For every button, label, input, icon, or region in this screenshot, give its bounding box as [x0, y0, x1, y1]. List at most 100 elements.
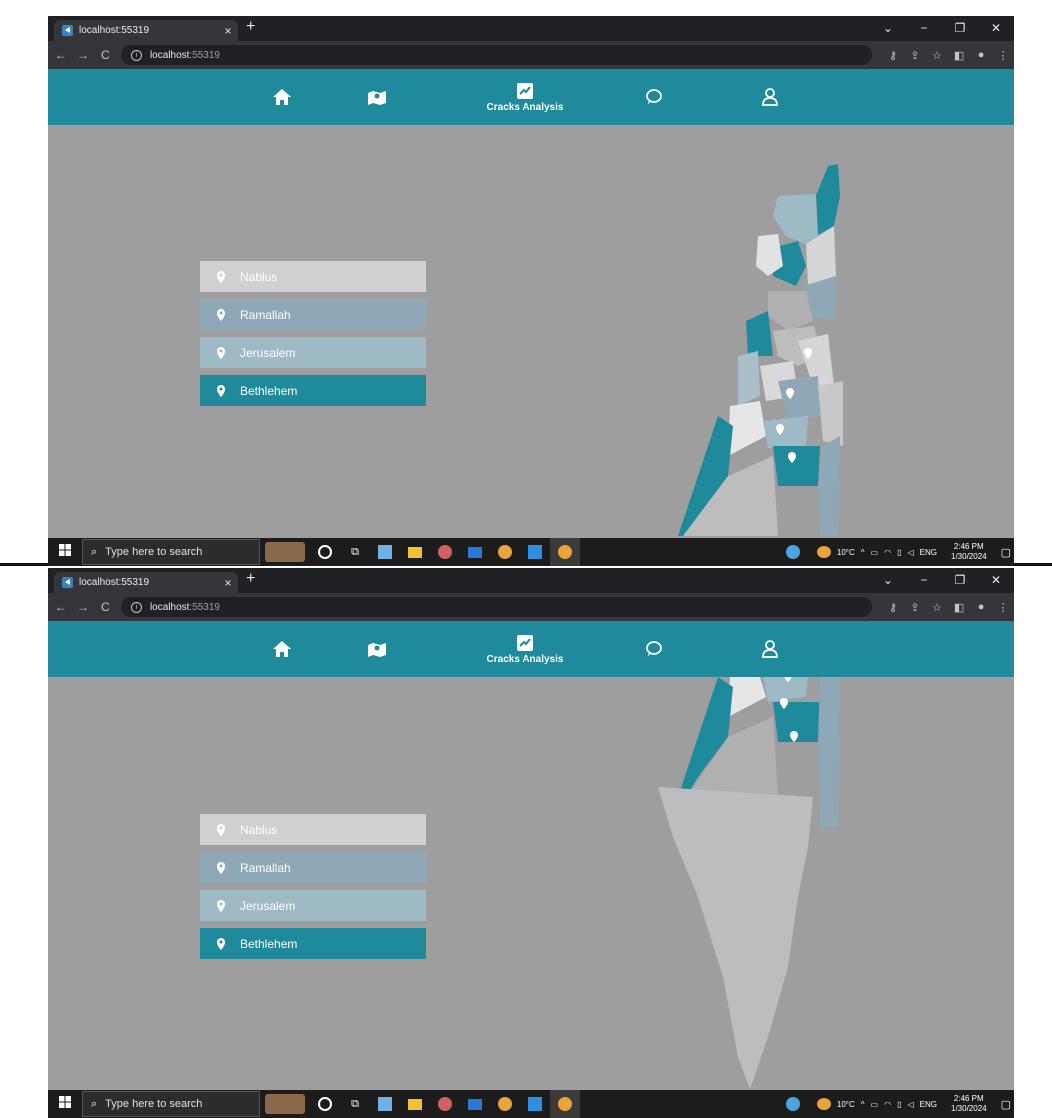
menu-dots-icon[interactable]: ⋮ — [992, 601, 1014, 614]
nav-chat[interactable] — [642, 69, 666, 125]
side-panel-icon[interactable]: ◧ — [948, 601, 970, 614]
bookmark-star-icon[interactable]: ☆ — [926, 601, 948, 614]
notification-icon[interactable]: ▢ — [1001, 546, 1011, 559]
mail-icon[interactable] — [460, 538, 490, 566]
nav-profile[interactable] — [758, 621, 782, 677]
nav-cracks-analysis[interactable]: Cracks Analysis — [480, 69, 570, 125]
language-indicator[interactable]: ENG — [920, 1100, 937, 1109]
task-view-icon[interactable]: ⧉ — [340, 538, 370, 566]
minimize-button[interactable]: − — [906, 16, 942, 41]
notification-icon[interactable]: ▢ — [1001, 1098, 1011, 1111]
new-tab-button[interactable]: + — [246, 18, 255, 36]
profile-icon[interactable]: ● — [970, 601, 992, 614]
tab-close-button[interactable]: × — [218, 24, 238, 38]
restore-button[interactable]: ❐ — [942, 16, 978, 41]
reload-icon[interactable]: C — [96, 48, 115, 62]
device-icon[interactable]: ▯ — [897, 1100, 901, 1109]
minimize-button[interactable]: − — [906, 568, 942, 593]
help-icon[interactable] — [785, 545, 800, 559]
app-icon-1[interactable] — [370, 538, 400, 566]
tray-chevron-icon[interactable]: ^ — [861, 548, 865, 557]
address-bar[interactable]: i localhost:55319 — [120, 45, 873, 65]
chrome-icon[interactable] — [490, 1090, 520, 1118]
vscode-icon[interactable] — [520, 1090, 550, 1118]
menu-dots-icon[interactable]: ⋮ — [992, 49, 1014, 62]
weather-temp[interactable]: 10°C — [837, 548, 855, 557]
nav-home[interactable] — [270, 69, 294, 125]
profile-icon[interactable]: ● — [970, 49, 992, 62]
browser-tab[interactable]: localhost:55319 × — [54, 572, 238, 593]
back-arrow-icon[interactable]: ← — [51, 600, 70, 614]
region-item-jerusalem[interactable]: Jerusalem — [200, 890, 426, 921]
forward-arrow-icon[interactable]: → — [73, 600, 92, 614]
close-window-button[interactable]: ✕ — [978, 568, 1014, 593]
region-item-nablus[interactable]: Nablus — [200, 814, 426, 845]
wifi-icon[interactable]: ◠ — [884, 548, 891, 557]
battery-icon[interactable]: ▭ — [871, 548, 879, 557]
app-icon-1[interactable] — [370, 1090, 400, 1118]
site-info-icon[interactable]: i — [130, 49, 142, 61]
forward-arrow-icon[interactable]: → — [73, 48, 92, 62]
volume-icon[interactable]: ◁ — [908, 548, 914, 557]
bookmark-star-icon[interactable]: ☆ — [926, 49, 948, 62]
mail-icon[interactable] — [460, 1090, 490, 1118]
password-key-icon[interactable]: ⚷ — [882, 49, 904, 62]
palestine-region-map[interactable] — [638, 677, 858, 1090]
taskbar-clock[interactable]: 2:46 PM 1/30/2024 — [948, 542, 990, 562]
nav-map[interactable] — [364, 621, 390, 677]
widget-thumbnail-icon[interactable] — [260, 1090, 310, 1118]
wifi-icon[interactable]: ◠ — [884, 1100, 891, 1109]
region-item-jerusalem[interactable]: Jerusalem — [200, 337, 426, 368]
region-item-bethlehem[interactable]: Bethlehem — [200, 375, 426, 406]
task-view-icon[interactable]: ⧉ — [340, 1090, 370, 1118]
password-key-icon[interactable]: ⚷ — [882, 601, 904, 614]
app-icon-2[interactable] — [430, 1090, 460, 1118]
chrome-active-icon[interactable] — [550, 538, 580, 566]
vscode-icon[interactable] — [520, 538, 550, 566]
windows-start-icon[interactable] — [48, 543, 82, 561]
reload-icon[interactable]: C — [96, 600, 115, 614]
nav-chat[interactable] — [642, 621, 666, 677]
volume-icon[interactable]: ◁ — [908, 1100, 914, 1109]
taskbar-clock[interactable]: 2:46 PM 1/30/2024 — [948, 1094, 990, 1114]
tab-search-button[interactable]: ⌄ — [870, 16, 906, 41]
region-item-bethlehem[interactable]: Bethlehem — [200, 928, 426, 959]
chrome-active-icon[interactable] — [550, 1090, 580, 1118]
site-info-icon[interactable]: i — [130, 601, 142, 613]
widget-thumbnail-icon[interactable] — [260, 538, 310, 566]
chrome-icon[interactable] — [490, 538, 520, 566]
nav-home[interactable] — [270, 621, 294, 677]
region-item-nablus[interactable]: Nablus — [200, 261, 426, 292]
help-icon[interactable] — [785, 1097, 800, 1111]
tray-chevron-icon[interactable]: ^ — [861, 1100, 865, 1109]
palestine-region-map[interactable] — [638, 156, 858, 536]
weather-temp[interactable]: 10°C — [837, 1100, 855, 1109]
battery-icon[interactable]: ▭ — [871, 1100, 879, 1109]
taskbar-search-box[interactable]: ⌕ Type here to search — [82, 1091, 260, 1117]
cortana-icon[interactable] — [310, 538, 340, 566]
share-icon[interactable]: ⇪ — [904, 49, 926, 62]
close-window-button[interactable]: ✕ — [978, 16, 1014, 41]
region-item-ramallah[interactable]: Ramallah — [200, 852, 426, 883]
windows-start-icon[interactable] — [48, 1095, 82, 1113]
share-icon[interactable]: ⇪ — [904, 601, 926, 614]
back-arrow-icon[interactable]: ← — [51, 48, 70, 62]
app-icon-2[interactable] — [430, 538, 460, 566]
side-panel-icon[interactable]: ◧ — [948, 49, 970, 62]
file-explorer-icon[interactable] — [400, 538, 430, 566]
file-explorer-icon[interactable] — [400, 1090, 430, 1118]
address-bar[interactable]: i localhost:55319 — [120, 597, 873, 617]
new-tab-button[interactable]: + — [246, 570, 255, 588]
browser-tab[interactable]: localhost:55319 × — [54, 20, 238, 41]
cortana-icon[interactable] — [310, 1090, 340, 1118]
tab-search-button[interactable]: ⌄ — [870, 568, 906, 593]
region-item-ramallah[interactable]: Ramallah — [200, 299, 426, 330]
nav-map[interactable] — [364, 69, 390, 125]
tab-close-button[interactable]: × — [218, 576, 238, 590]
restore-button[interactable]: ❐ — [942, 568, 978, 593]
taskbar-search-box[interactable]: ⌕ Type here to search — [82, 539, 260, 565]
language-indicator[interactable]: ENG — [920, 548, 937, 557]
nav-cracks-analysis[interactable]: Cracks Analysis — [480, 621, 570, 677]
nav-profile[interactable] — [758, 69, 782, 125]
device-icon[interactable]: ▯ — [897, 548, 901, 557]
